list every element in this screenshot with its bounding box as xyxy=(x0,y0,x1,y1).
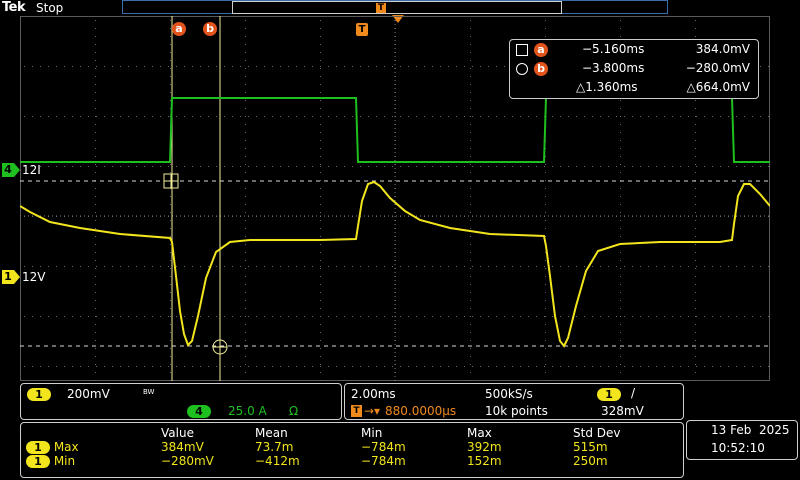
cursor-a-handle[interactable]: a xyxy=(172,22,186,36)
measurement-channel-badge: 1 xyxy=(26,441,50,454)
measurement-value: 384mV xyxy=(161,440,204,454)
measurement-table: Value Mean Min Max Std Dev 1 Max 384mV 7… xyxy=(21,426,673,468)
trigger-slope-icon: / xyxy=(631,386,636,400)
col-header-min: Min xyxy=(361,426,383,440)
cursor-delta-value: △664.0mV xyxy=(686,80,750,94)
record-length: 10k points xyxy=(485,404,548,418)
ch1-scale: 200mV xyxy=(67,387,110,401)
measurement-stddev: 515m xyxy=(573,440,608,454)
ch4-scale: 25.0 A xyxy=(228,404,267,418)
col-header-value: Value xyxy=(161,426,194,440)
measurement-max: 152m xyxy=(467,454,502,468)
record-view-window[interactable] xyxy=(232,1,562,14)
measurement-max: 392m xyxy=(467,440,502,454)
ch1-number: 1 xyxy=(2,270,14,284)
measurement-name: Min xyxy=(53,454,76,468)
cursor-b-badge: b xyxy=(534,62,548,76)
cursor-b-value: −280.0mV xyxy=(685,61,750,75)
brand-logo: Tek xyxy=(2,0,26,15)
measurement-row[interactable]: 1 Min −280mV −412m −784m 152m 250m xyxy=(21,454,673,468)
horizontal-trigger-panel[interactable]: 2.00ms 500kS/s 1 / T →▾ 880.0000µs 10k p… xyxy=(344,383,684,420)
trigger-position: 880.0000µs xyxy=(385,404,457,418)
cursor-a-time: −5.160ms xyxy=(582,42,645,56)
channel-scale-panel[interactable]: 1 200mV BW 4 25.0 A Ω xyxy=(20,383,342,420)
measurement-min: −784m xyxy=(361,440,406,454)
cursor-b-time: −3.800ms xyxy=(582,61,645,75)
acquisition-status[interactable]: Stop xyxy=(36,1,63,15)
ch4-arrow-icon xyxy=(14,163,20,177)
ch4-badge[interactable]: 4 xyxy=(187,405,211,418)
bandwidth-limit-icon: BW xyxy=(143,388,155,396)
measurement-panel[interactable]: Value Mean Min Max Std Dev 1 Max 384mV 7… xyxy=(20,422,684,478)
measurement-channel-badge: 1 xyxy=(26,455,50,468)
cursor-delta-time: △1.360ms xyxy=(576,80,638,94)
date-display: 13 Feb 2025 xyxy=(711,423,790,437)
measurement-name: Max xyxy=(53,440,79,454)
measurement-mean: −412m xyxy=(255,454,300,468)
col-header-stddev: Std Dev xyxy=(573,426,621,440)
measurement-stddev: 250m xyxy=(573,454,608,468)
record-trigger-marker: T xyxy=(376,3,386,13)
ch1-label: 12V xyxy=(22,270,46,284)
trigger-level: 328mV xyxy=(601,404,644,418)
measurement-row[interactable]: 1 Max 384mV 73.7m −784m 392m 515m xyxy=(21,440,673,454)
measurement-header-row: Value Mean Min Max Std Dev xyxy=(21,426,673,440)
cursor-b-handle[interactable]: b xyxy=(203,22,217,36)
datetime-panel[interactable]: 13 Feb 2025 10:52:10 xyxy=(686,420,798,460)
ch4-termination-icon: Ω xyxy=(289,404,299,418)
cursor-a-badge: a xyxy=(534,43,548,57)
trigger-position-icon: T xyxy=(351,405,362,417)
square-icon xyxy=(516,44,528,56)
ch1-badge[interactable]: 1 xyxy=(27,388,51,401)
measurement-min: −784m xyxy=(361,454,406,468)
ch4-number: 4 xyxy=(2,163,14,177)
measurement-mean: 73.7m xyxy=(255,440,294,454)
trigger-source-badge[interactable]: 1 xyxy=(597,388,621,401)
sample-rate: 500kS/s xyxy=(485,387,533,401)
circle-icon xyxy=(516,63,528,75)
cursor-readout[interactable]: a −5.160ms 384.0mV b −3.800ms −280.0mV △… xyxy=(509,39,759,99)
col-header-mean: Mean xyxy=(255,426,288,440)
time-display: 10:52:10 xyxy=(711,441,765,455)
ch1-arrow-icon xyxy=(14,270,20,284)
col-header-max: Max xyxy=(467,426,492,440)
trigger-time-marker[interactable]: T xyxy=(356,23,368,36)
time-per-division: 2.00ms xyxy=(351,387,396,401)
trigger-arrow-icon: →▾ xyxy=(364,404,381,418)
cursor-a-value: 384.0mV xyxy=(695,42,750,56)
measurement-value: −280mV xyxy=(161,454,214,468)
ch4-label: 12I xyxy=(22,163,41,177)
